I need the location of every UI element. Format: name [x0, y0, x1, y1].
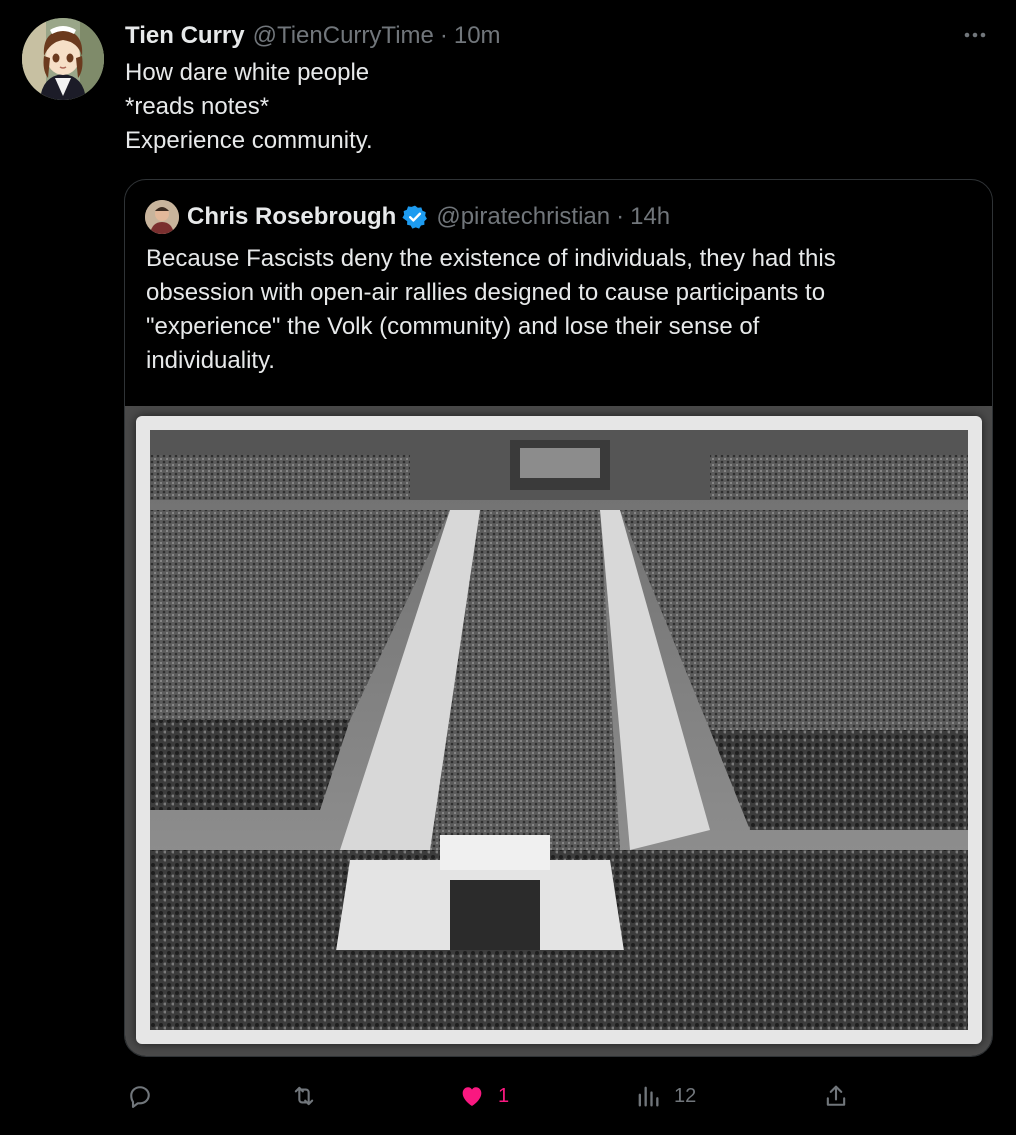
views-button[interactable]: 12 — [634, 1072, 696, 1120]
quoted-tweet-header: Chris Rosebrough @piratechristian · 14h — [145, 200, 670, 234]
quoted-line: obsession with open-air rallies designed… — [146, 279, 826, 306]
rally-photo — [150, 430, 968, 1030]
tweet-line: *reads notes* — [125, 93, 270, 120]
tweet-actions: 1 12 — [0, 1072, 1016, 1120]
quoted-author-handle[interactable]: @piratechristian — [436, 203, 610, 231]
author-handle[interactable]: @TienCurryTime — [253, 22, 434, 50]
tweet-text: How dare white people *reads notes* Expe… — [125, 56, 373, 158]
quoted-line: "experience" the Volk (community) and lo… — [146, 313, 760, 340]
quoted-line: Because Fascists deny the existence of i… — [146, 245, 836, 272]
separator: · — [439, 22, 448, 49]
verified-badge-icon — [402, 204, 428, 230]
author-avatar[interactable] — [22, 18, 104, 100]
quoted-media[interactable] — [125, 406, 992, 1056]
heart-icon — [462, 1087, 482, 1106]
retweet-icon — [294, 1086, 314, 1106]
separator: · — [616, 203, 625, 230]
quoted-author-avatar[interactable] — [145, 200, 179, 234]
tweet-line: How dare white people — [125, 59, 370, 86]
reply-button[interactable] — [126, 1072, 166, 1120]
like-count: 1 — [498, 1084, 510, 1107]
reply-icon — [130, 1086, 150, 1108]
views-count: 12 — [674, 1084, 697, 1107]
timestamp[interactable]: 10m — [454, 22, 501, 50]
share-button[interactable] — [822, 1072, 850, 1120]
tweet-header: Tien Curry @TienCurryTime · 10m — [125, 20, 501, 52]
share-icon — [826, 1085, 846, 1106]
quoted-tweet-text: Because Fascists deny the existence of i… — [146, 242, 976, 378]
like-button[interactable]: 1 — [458, 1072, 509, 1120]
more-options-icon[interactable] — [962, 22, 988, 48]
retweet-button[interactable] — [290, 1072, 330, 1120]
views-icon — [638, 1086, 659, 1107]
quoted-tweet[interactable]: Chris Rosebrough @piratechristian · 14h … — [124, 179, 993, 1057]
quoted-line: individuality. — [146, 347, 275, 374]
tweet-line: Experience community. — [125, 127, 373, 154]
quoted-timestamp[interactable]: 14h — [630, 203, 670, 231]
author-name[interactable]: Tien Curry — [125, 22, 245, 50]
quoted-author-name[interactable]: Chris Rosebrough — [187, 203, 396, 231]
photo-frame — [136, 416, 982, 1044]
